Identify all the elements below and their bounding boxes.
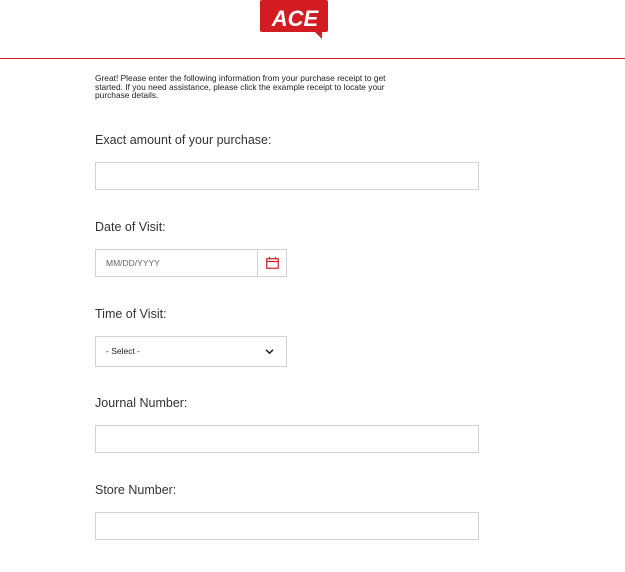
survey-page: ACE Great! Please enter the following in…: [0, 0, 625, 572]
chevron-down-icon: [265, 349, 274, 355]
calendar-button[interactable]: [257, 250, 287, 276]
ace-logo: ACE: [260, 0, 328, 39]
intro-text: Great! Please enter the following inform…: [95, 73, 386, 101]
date-picker: [95, 249, 287, 277]
journal-input[interactable]: [95, 425, 479, 453]
date-label: Date of Visit:: [95, 220, 166, 234]
journal-label: Journal Number:: [95, 396, 188, 410]
svg-text:ACE: ACE: [271, 6, 320, 31]
header: ACE: [0, 0, 625, 59]
store-label: Store Number:: [95, 483, 177, 497]
calendar-icon: [266, 257, 279, 269]
time-select[interactable]: - Select -: [95, 336, 287, 367]
time-label: Time of Visit:: [95, 307, 167, 321]
store-input[interactable]: [95, 512, 479, 540]
amount-input[interactable]: [95, 162, 479, 190]
amount-label: Exact amount of your purchase:: [95, 133, 272, 147]
time-select-value: - Select -: [106, 346, 141, 356]
date-input[interactable]: [96, 250, 256, 276]
